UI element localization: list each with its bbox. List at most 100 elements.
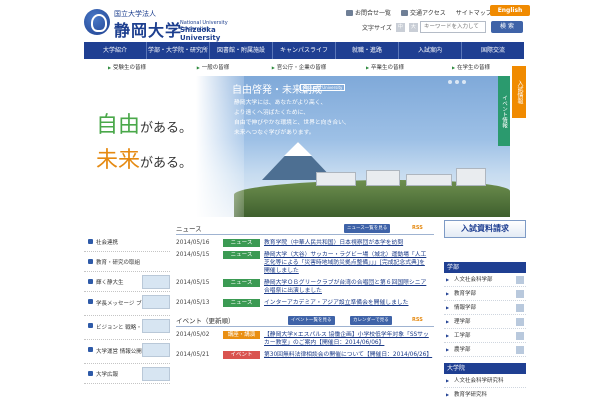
gnav-library[interactable]: 図書館・附属施設 [210, 42, 273, 59]
news-link[interactable]: インターアカデミア・アジア設立準備会を開催しました [264, 299, 430, 307]
menu-label: 社会連携 [96, 239, 119, 246]
faculty-icon [516, 276, 524, 284]
slide-indicator[interactable] [448, 80, 466, 84]
news-link[interactable]: 静岡大学（大谷）サッカー・ラグビー場（城北）運動場「人工芝化等による「災害時地域… [264, 251, 430, 275]
right-column: 入試資料請求 学部 人文社会科学部 教育学部 情報学部 理学部 工学部 農学部 … [444, 220, 526, 400]
exam-info-tab[interactable]: 入試情報 [512, 66, 526, 118]
news-link[interactable]: 静岡大学ＯＢグリークラブが台湾の合唱団と第６回国際シニア合唱祭に出演しました [264, 279, 430, 295]
left-menu: 社会連携 教育・研究の取組 輝く静大生 学長メッセージ ブログ ビジョンと 戦略… [84, 232, 170, 384]
gnav-international[interactable]: 国際交流 [462, 42, 524, 59]
logo-university-name: 静岡大学 [114, 21, 183, 40]
menu-president-blog[interactable]: 学長メッセージ ブログ [84, 292, 170, 316]
faculty-label: 情報学部 [454, 305, 477, 311]
event-link[interactable]: 第30回無料法律相談会の開催について【開催日：2014/06/26】 [264, 351, 432, 359]
event-date: 2014/05/21 [176, 352, 210, 358]
slogan-line-2: 未来がある。 [96, 142, 192, 174]
faculty-link[interactable]: 理学部 [444, 315, 526, 329]
news-row: 2014/05/15 ニュース 静岡大学ＯＢグリークラブが台湾の合唱団と第６回国… [176, 279, 434, 295]
faculty-link[interactable]: 教育学部 [444, 287, 526, 301]
menu-label: 輝く静大生 [96, 279, 124, 286]
faculty-icon [516, 290, 524, 298]
event-row: 2014/05/21 イベント 第30回無料法律相談会の開催について【開催日：2… [176, 351, 434, 359]
slogan-ga-aru-1: がある。 [140, 121, 193, 136]
font-size-large-button[interactable]: 大 [408, 23, 418, 32]
news-badge: ニュース [223, 279, 260, 287]
events-header: イベント（更新順） イベント一覧を見る カレンダーで見る RSS [176, 315, 434, 327]
faculty-label: 工学部 [454, 333, 471, 339]
event-info-tab[interactable]: イベント情報 [498, 76, 510, 146]
gnav-admissions[interactable]: 入試案内 [399, 42, 462, 59]
slogan-mirai: 未来 [96, 148, 141, 173]
slogan-ga-aru-2: がある。 [140, 156, 193, 171]
events-list-button[interactable]: イベント一覧を見る [288, 316, 335, 325]
faculty-link[interactable]: 農学部 [444, 343, 526, 357]
gnav-about[interactable]: 大学紹介 [84, 42, 147, 59]
train-icon [401, 9, 409, 16]
access-link[interactable]: 交通アクセス [401, 8, 446, 17]
university-logo[interactable]: 国立大学法人 静岡大学 National University Corporat… [84, 9, 244, 42]
graduate-heading: 大学院 [444, 363, 526, 374]
disclosure-thumbnail [142, 343, 170, 357]
audience-alumni[interactable]: 卒業生の皆様 [342, 62, 428, 74]
menu-social-collaboration[interactable]: 社会連携 [84, 232, 170, 252]
menu-education-research[interactable]: 教育・研究の取組 [84, 252, 170, 272]
slide-dot[interactable] [462, 80, 466, 84]
hero-text-line: 自由で伸びやかな環境と、世界と向き合い、 [234, 120, 350, 126]
news-list-button[interactable]: ニュース一覧を見る [344, 224, 391, 233]
hero-banner[interactable]: 自由がある。 未来がある。 自由啓発・未来創成 Shizuoka Univers… [84, 76, 510, 217]
audience-students[interactable]: 在学生の皆様 [428, 62, 514, 74]
font-size-switcher: 文字サイズ 中 大 [362, 23, 418, 32]
gnav-campus-life[interactable]: キャンパスライフ [273, 42, 336, 59]
vision-thumbnail [142, 319, 170, 333]
menu-disclosure[interactable]: 大学運営 情報公開 [84, 340, 170, 364]
hero-text-line: より遠くへ羽ばたくために、 [234, 110, 310, 116]
campus-building [316, 172, 356, 186]
news-badge: ニュース [223, 299, 260, 307]
mail-icon [346, 9, 353, 16]
news-row: 2014/05/13 ニュース インターアカデミア・アジア設立準備会を開催しまし… [176, 299, 434, 307]
font-size-label: 文字サイズ [362, 25, 392, 32]
graduate-link[interactable]: 教育学研究科 [444, 388, 526, 400]
search-button[interactable]: 検 索 [491, 21, 523, 33]
menu-vision-policy[interactable]: ビジョンと 戦略・ポリシー [84, 316, 170, 340]
gnav-faculties[interactable]: 学部・大学院・研究所 [147, 42, 210, 59]
search-input[interactable] [420, 21, 486, 33]
graduate-link[interactable]: 人文社会科学研究科 [444, 374, 526, 388]
menu-label: 教育・研究の取組 [96, 259, 141, 266]
audience-government-business[interactable]: 官公庁・企業の皆様 [256, 62, 342, 74]
request-materials-button[interactable]: 入試資料請求 [444, 220, 526, 238]
campus-building [406, 174, 452, 186]
contact-link[interactable]: お問合せ一覧 [346, 8, 391, 17]
students-thumbnail [142, 275, 170, 289]
font-size-medium-button[interactable]: 中 [395, 23, 405, 32]
faculty-label: 人文社会科学部 [454, 277, 493, 283]
sitemap-link[interactable]: サイトマップ [456, 8, 492, 17]
event-link[interactable]: 【静岡大学×エスパルス 協働企画】小学校低学年対象「SSサッカー教室」のご案内【… [264, 331, 430, 347]
menu-public-relations[interactable]: 大学広報 [84, 364, 170, 384]
events-calendar-button[interactable]: カレンダーで見る [350, 316, 392, 325]
news-rss-link[interactable]: RSS [412, 224, 423, 233]
events-rss-link[interactable]: RSS [412, 316, 423, 325]
news-link[interactable]: 教育学院（中華人民共和国）日本視察団が本学を訪問 [264, 239, 430, 247]
menu-label: 大学広報 [96, 371, 119, 378]
event-row: 2014/05/02 講座・講演 【静岡大学×エスパルス 協働企画】小学校低学年… [176, 331, 434, 347]
slide-dot[interactable] [448, 80, 452, 84]
english-button[interactable]: English [490, 5, 530, 16]
event-badge: 講座・講演 [223, 331, 260, 339]
menu-label: 大学運営 情報公開 [96, 348, 142, 355]
faculty-link[interactable]: 工学部 [444, 329, 526, 343]
gnav-career[interactable]: 就職・進路 [336, 42, 399, 59]
faculty-link[interactable]: 人文社会科学部 [444, 273, 526, 287]
faculty-link[interactable]: 情報学部 [444, 301, 526, 315]
audience-applicants[interactable]: 受験生の皆様 [84, 62, 170, 74]
news-date: 2014/05/15 [176, 280, 210, 286]
events-title: イベント（更新順） [176, 317, 235, 325]
menu-shining-students[interactable]: 輝く静大生 [84, 272, 170, 292]
university-emblem-icon [84, 9, 110, 35]
faculty-icon [516, 304, 524, 312]
slide-dot[interactable] [455, 80, 459, 84]
faculty-heading: 学部 [444, 262, 526, 273]
audience-public[interactable]: 一般の皆様 [170, 62, 256, 74]
faculty-icon [516, 318, 524, 326]
event-badge: イベント [223, 351, 260, 359]
